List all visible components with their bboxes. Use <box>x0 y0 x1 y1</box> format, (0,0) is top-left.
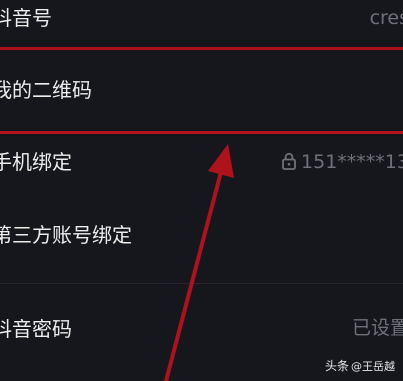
annotation-arrow <box>164 144 234 381</box>
watermark-brand: 头条 <box>324 359 349 373</box>
watermark-author: @王岳越 <box>351 360 395 373</box>
annotation-arrowhead <box>208 144 234 178</box>
watermark: 头条 @王岳越 <box>325 357 395 374</box>
annotation-arrow-shaft <box>164 170 223 381</box>
